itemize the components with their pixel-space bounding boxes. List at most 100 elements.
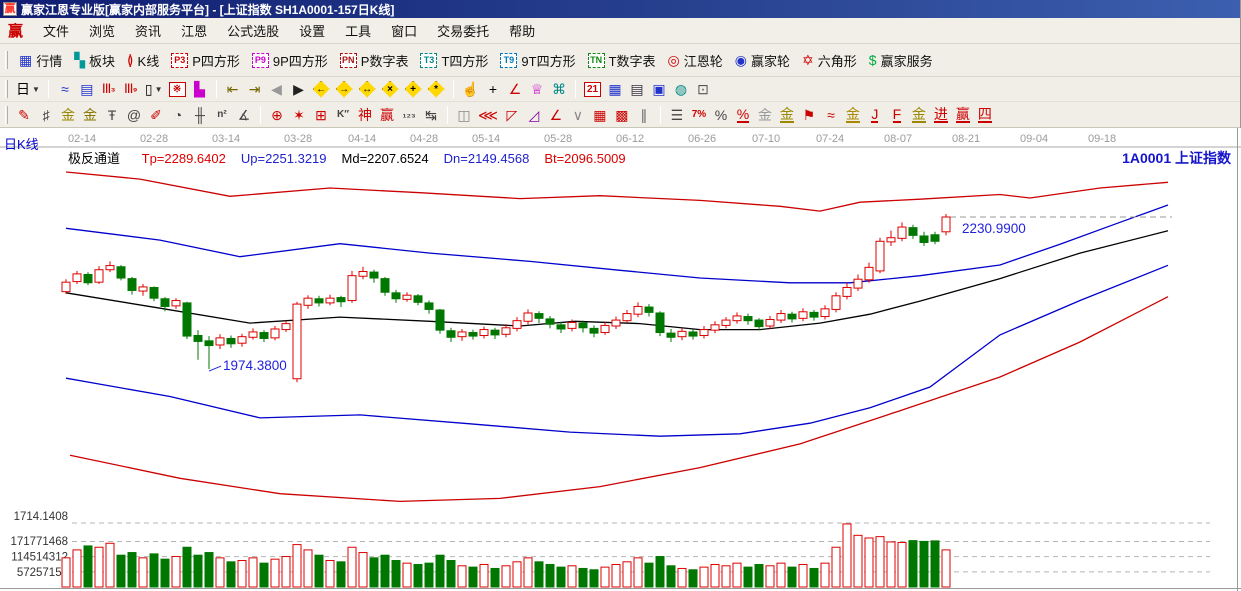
full-view-button[interactable]: * — [425, 79, 448, 100]
menu-news[interactable]: 资讯 — [125, 18, 171, 43]
sketch-lines-button[interactable]: ≈ — [54, 79, 76, 100]
k-marks-button[interactable]: K″ — [332, 104, 354, 125]
gann-box-button[interactable]: ⊞ — [310, 104, 332, 125]
t-number-button[interactable]: TNT数字表 — [582, 48, 662, 73]
pan-hand-button[interactable]: ☝ — [459, 79, 482, 100]
angle-measure-button[interactable]: ∠ — [504, 79, 526, 100]
p-number-button[interactable]: PNP数字表 — [334, 48, 415, 73]
gold-section-button[interactable]: 金 — [57, 104, 79, 125]
gann-circle-button[interactable]: ⊕ — [266, 104, 288, 125]
tick-grid-button[interactable]: ♯ — [35, 104, 57, 125]
menu-trade-order[interactable]: 交易委托 — [427, 18, 499, 43]
knot-tool-button[interactable]: ⌘ — [548, 79, 570, 100]
period-day-selector-button[interactable]: 日▼ — [13, 79, 43, 100]
volume-bar — [755, 564, 763, 587]
fan-box2-button[interactable]: ◿ — [523, 104, 545, 125]
calendar-button[interactable]: 21 — [581, 79, 604, 100]
kline-button[interactable]: ≬K线 — [121, 48, 165, 73]
f-grid-button[interactable]: Ŧ — [101, 104, 123, 125]
hexagon-button[interactable]: ✡六角形 — [796, 48, 863, 73]
f-trend-button[interactable]: F — [886, 104, 908, 125]
pencil-red-button[interactable]: ✎ — [13, 104, 35, 125]
indicator-param-md: Md=2207.6524 — [342, 151, 429, 166]
report-button[interactable]: ▤ — [626, 79, 648, 100]
first-page-button[interactable]: ⇤ — [222, 79, 244, 100]
parallel-lines-icon: ∥ — [640, 108, 647, 122]
price-steps-button[interactable]: ₁₂₃ — [398, 104, 420, 125]
ying-grid-button[interactable]: 赢 — [376, 104, 398, 125]
gold-trend-button[interactable]: 金 — [842, 104, 864, 125]
menu-window[interactable]: 窗口 — [381, 18, 427, 43]
p-square-button[interactable]: P3P四方形 — [165, 48, 246, 73]
remote-pc-button[interactable]: ⊡ — [692, 79, 714, 100]
shift-left-button[interactable]: ← — [310, 79, 333, 100]
menu-gann[interactable]: 江恩 — [171, 18, 217, 43]
shift-right-button[interactable]: → — [333, 79, 356, 100]
winner-wheel-button[interactable]: ◉赢家轮 — [729, 48, 796, 73]
gold-level-button[interactable]: 金 — [776, 104, 798, 125]
angle-ruler-button[interactable]: ∡ — [233, 104, 255, 125]
square-grid2-button[interactable]: ▩ — [611, 104, 633, 125]
retrace-percent-button[interactable]: 7% — [688, 104, 710, 125]
compress-view-button[interactable]: × — [379, 79, 402, 100]
three-bars-button[interactable]: |||₃ — [98, 79, 120, 100]
percent-line-button[interactable]: % — [732, 104, 754, 125]
prev-bar-button[interactable]: ◀ — [266, 79, 288, 100]
si-trend-button[interactable]: 四 — [974, 104, 996, 125]
parallel-lines-button[interactable]: ∥ — [633, 104, 655, 125]
save-button[interactable]: ▣ — [648, 79, 670, 100]
square-grid-button[interactable]: ▦ — [589, 104, 611, 125]
gold-angle-button[interactable]: 金 — [908, 104, 930, 125]
jin-trend-button[interactable]: 进 — [930, 104, 952, 125]
tick-grid2-button[interactable]: ╫ — [189, 104, 211, 125]
t-square-button[interactable]: T3T四方形 — [414, 48, 494, 73]
gann-wheel-button[interactable]: ◎江恩轮 — [662, 48, 729, 73]
trend-angles-button[interactable]: ∠ — [545, 104, 567, 125]
window-grid-button[interactable]: ◫ — [453, 104, 475, 125]
time-cycle-button[interactable]: ◔ — [167, 104, 189, 125]
notes-list-button[interactable]: ▤ — [76, 79, 98, 100]
shen-grid-button[interactable]: 神 — [354, 104, 376, 125]
gold-ring-button[interactable]: 金 — [754, 104, 776, 125]
calculator-button[interactable]: ▦ — [604, 79, 626, 100]
crosshair-button[interactable]: + — [482, 79, 504, 100]
j-trend-button[interactable]: J — [864, 104, 886, 125]
pencil-ruler-button[interactable]: ✐ — [145, 104, 167, 125]
pattern-grid-button[interactable]: ※ — [166, 79, 189, 100]
stats-lines-button[interactable]: ☰ — [666, 104, 688, 125]
last-page-button[interactable]: ⇥ — [244, 79, 266, 100]
fan-box-button[interactable]: ◸ — [501, 104, 523, 125]
menu-file[interactable]: 文件 — [33, 18, 79, 43]
fan-lines-button[interactable]: ⋘ — [475, 104, 501, 125]
span-measure-button[interactable]: ↹ — [420, 104, 442, 125]
web-link-button[interactable]: ◍ — [670, 79, 692, 100]
zigzag-button[interactable]: ∨ — [567, 104, 589, 125]
chart-canvas[interactable]: 02-1402-2803-1403-2804-1404-2805-1405-28… — [0, 128, 1241, 591]
menu-tools[interactable]: 工具 — [335, 18, 381, 43]
n-squared-button[interactable]: n² — [211, 104, 233, 125]
candle-flag-button[interactable]: ⚑ — [798, 104, 820, 125]
menu-formula-stock-pick[interactable]: 公式选股 — [217, 18, 289, 43]
service-button[interactable]: $赢家服务 — [863, 48, 939, 73]
candle-type-selector-button[interactable]: ▯▼ — [142, 79, 166, 100]
zoom-horizontal-button[interactable]: ↔ — [356, 79, 379, 100]
menu-settings[interactable]: 设置 — [289, 18, 335, 43]
spiral-button[interactable]: @ — [123, 104, 145, 125]
menu-help[interactable]: 帮助 — [499, 18, 545, 43]
quotes-button[interactable]: ▦行情 — [13, 48, 68, 73]
kline-chart-area[interactable]: 02-1402-2803-1403-2804-1404-2805-1405-28… — [0, 128, 1241, 591]
volume-histogram-button[interactable]: ▙ — [189, 79, 211, 100]
nine-bars-button[interactable]: |||₉ — [120, 79, 142, 100]
menu-browse[interactable]: 浏览 — [79, 18, 125, 43]
wave-band-button[interactable]: ≈ — [820, 104, 842, 125]
gann-star-button[interactable]: ✶ — [288, 104, 310, 125]
ying-trend-button[interactable]: 赢 — [952, 104, 974, 125]
crown-tool-button[interactable]: ♕ — [526, 79, 548, 100]
expand-view-button[interactable]: + — [402, 79, 425, 100]
t9-square-button[interactable]: T99T四方形 — [494, 48, 581, 73]
next-bar-button[interactable]: ▶ — [288, 79, 310, 100]
sectors-button[interactable]: ▚板块 — [68, 48, 121, 73]
p9-square-button[interactable]: P99P四方形 — [246, 48, 334, 73]
percent-button[interactable]: % — [710, 104, 732, 125]
gold-section2-button[interactable]: 金 — [79, 104, 101, 125]
